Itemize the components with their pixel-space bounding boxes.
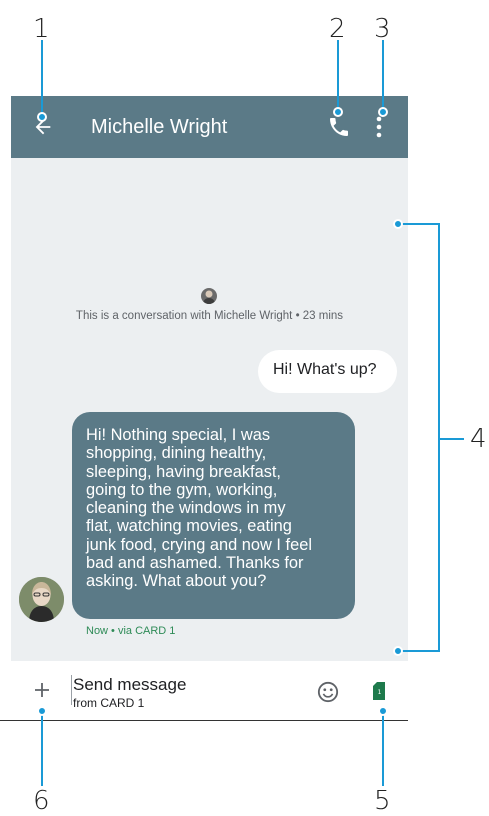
contact-avatar[interactable] [19,577,64,622]
callout-number-1: 1 [33,14,50,44]
incoming-message[interactable]: Hi! Nothing special, I was shopping, din… [72,412,355,619]
message-line: cleaning the windows in my [86,499,286,518]
callout-dot-4-top [393,219,403,229]
callout-line-6 [41,712,43,786]
callout-dot-4-bottom [393,646,403,656]
callout-number-6: 6 [33,786,50,816]
add-icon[interactable] [34,682,50,698]
sim-card-icon[interactable]: 1 [373,682,385,700]
callout-line-4-tick [440,438,464,440]
bottom-border [0,720,408,721]
callout-line-4-bottom [398,650,440,652]
message-line: asking. What about you? [86,572,267,591]
callout-line-5 [382,712,384,786]
message-line: Hi! Nothing special, I was [86,426,271,444]
callout-line-1 [41,40,43,117]
sim-number: 1 [378,689,382,696]
message-line: flat, watching movies, eating [86,517,292,536]
callout-number-3: 3 [374,14,391,44]
conversation-area[interactable]: This is a conversation with Michelle Wri… [11,158,408,661]
message-line: shopping, dining healthy, [86,444,267,463]
callout-number-5: 5 [374,786,391,816]
callout-line-2 [337,40,339,112]
outgoing-message[interactable]: Hi! What's up? [258,350,397,393]
message-line: junk food, crying and now I feel [86,535,312,554]
message-input-sim-label: from CARD 1 [73,696,145,710]
text-cursor [71,675,72,705]
message-line: sleeping, having breakfast, [86,462,281,481]
callout-line-4-top [398,223,440,225]
callout-dot-2 [333,107,343,117]
message-meta: Now • via CARD 1 [86,625,176,637]
callout-number-2: 2 [329,14,346,44]
message-input[interactable]: Send message [73,675,186,695]
contact-name: Michelle Wright [91,116,228,138]
callout-dot-1 [37,112,47,122]
callout-dot-5 [378,706,388,716]
message-line: bad and ashamed. Thanks for [86,554,304,573]
message-line: going to the gym, working, [86,480,278,499]
callout-line-3 [382,40,384,112]
more-vert-icon[interactable] [373,114,385,140]
contact-avatar-small [201,288,217,304]
phone-icon[interactable] [327,115,351,139]
app-bar: Michelle Wright [11,96,408,158]
callout-number-4: 4 [470,424,487,454]
compose-bar: Send message from CARD 1 1 [11,661,408,719]
emoji-icon[interactable] [317,681,339,703]
callout-dot-6 [37,706,47,716]
conversation-info: This is a conversation with Michelle Wri… [75,310,344,322]
callout-dot-3 [378,107,388,117]
